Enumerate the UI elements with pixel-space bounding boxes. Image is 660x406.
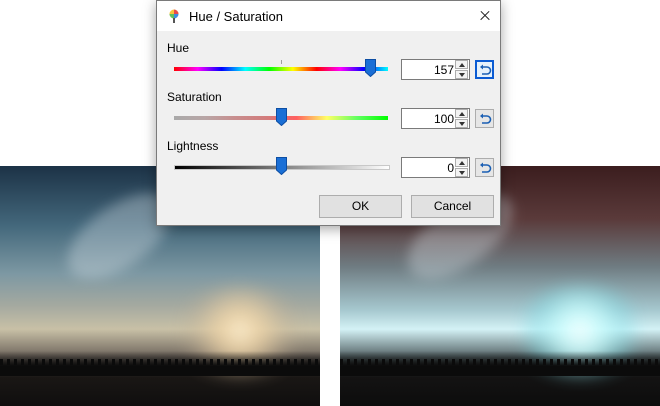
- hue-slider-track[interactable]: [174, 67, 388, 71]
- treeline: [0, 351, 320, 376]
- hue-center-tick: [281, 60, 282, 64]
- lightness-slider-thumb[interactable]: [275, 157, 287, 175]
- saturation-reset-button[interactable]: [475, 109, 494, 128]
- reset-arrow-icon: [480, 113, 492, 124]
- saturation-slider-thumb[interactable]: [275, 108, 287, 126]
- lightness-spinbox[interactable]: [401, 157, 470, 178]
- hue-slider-thumb[interactable]: [365, 59, 377, 77]
- saturation-spinbox[interactable]: [401, 108, 470, 129]
- spin-up-icon[interactable]: [455, 109, 468, 118]
- hue-saturation-dialog: Hue / Saturation Hue Saturation Lightnes…: [156, 0, 501, 226]
- hue-spinbox[interactable]: [401, 59, 470, 80]
- spin-up-icon[interactable]: [455, 60, 468, 69]
- close-button[interactable]: [470, 1, 500, 31]
- lightness-label: Lightness: [167, 139, 219, 153]
- hue-reset-button[interactable]: [475, 60, 494, 79]
- spin-down-icon[interactable]: [455, 168, 468, 177]
- dialog-title: Hue / Saturation: [189, 9, 283, 24]
- reset-arrow-icon: [480, 64, 492, 75]
- spin-up-icon[interactable]: [455, 158, 468, 167]
- hue-input[interactable]: [404, 61, 454, 78]
- saturation-input[interactable]: [404, 110, 454, 127]
- ok-button[interactable]: OK: [319, 195, 402, 218]
- hue-label: Hue: [167, 41, 190, 55]
- lightness-reset-button[interactable]: [475, 158, 494, 177]
- cancel-button[interactable]: Cancel: [411, 195, 494, 218]
- palette-brush-icon: [167, 9, 181, 23]
- title-bar[interactable]: Hue / Saturation: [157, 1, 500, 31]
- lightness-input[interactable]: [404, 159, 454, 176]
- saturation-label: Saturation: [167, 90, 222, 104]
- treeline: [340, 351, 660, 376]
- reset-arrow-icon: [480, 162, 492, 173]
- spin-down-icon[interactable]: [455, 70, 468, 79]
- spin-down-icon[interactable]: [455, 119, 468, 128]
